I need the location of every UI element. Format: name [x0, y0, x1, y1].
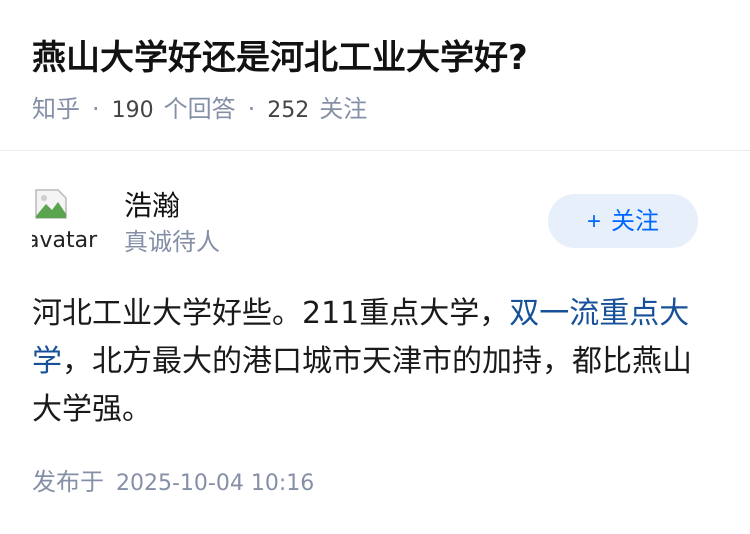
answer-content: 河北工业大学好些。211重点大学，双一流重点大学，北方最大的港口城市天津市的加持…: [32, 290, 712, 434]
author-card: avatar 浩瀚 真诚待人 + 关注: [32, 186, 718, 262]
separator-dot: ·: [92, 95, 100, 123]
question-header: 燕山大学好还是河北工业大学好? 知乎 · 190 个回答 · 252 关注: [0, 0, 750, 151]
question-title[interactable]: 燕山大学好还是河北工业大学好?: [32, 34, 528, 82]
answer-count-label: 个回答: [163, 95, 236, 123]
question-meta: 知乎 · 190 个回答 · 252 关注: [32, 93, 367, 125]
follow-button-label: 关注: [611, 208, 659, 235]
answer-text: ，北方最大的港口城市天津市的加持，都比燕山大学强。: [32, 344, 692, 427]
follow-button[interactable]: + 关注: [548, 194, 698, 248]
answer-text: 河北工业大学好些。211重点大学，: [32, 296, 510, 331]
avatar-alt-text: avatar: [32, 228, 98, 253]
publish-info: 发布于 2025-10-04 10:16: [32, 466, 314, 500]
publish-label: 发布于: [32, 468, 104, 496]
author-name[interactable]: 浩瀚: [124, 188, 180, 224]
publish-time: 2025-10-04 10:16: [116, 471, 315, 496]
plus-icon: +: [586, 208, 601, 235]
separator-dot: ·: [247, 95, 256, 123]
broken-image-icon: [35, 189, 67, 219]
author-bio: 真诚待人: [124, 228, 220, 256]
follow-count-label: 关注: [319, 95, 368, 123]
source-label[interactable]: 知乎: [32, 95, 80, 123]
follow-count: 252: [267, 98, 310, 123]
avatar[interactable]: avatar: [32, 186, 100, 254]
answer-count: 190: [111, 98, 154, 123]
